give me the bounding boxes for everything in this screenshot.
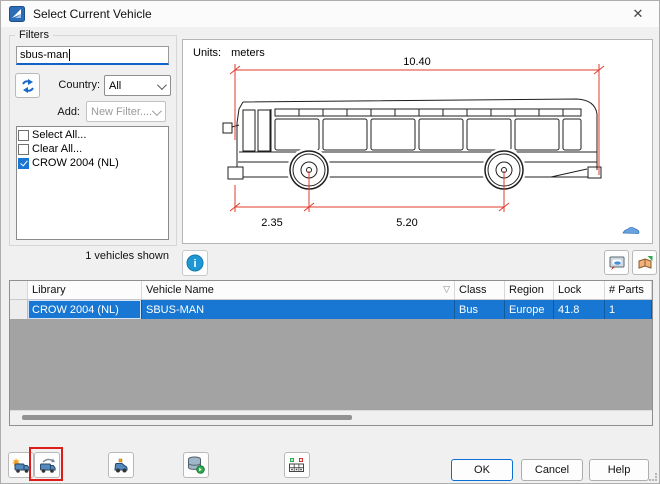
scrollbar-thumb[interactable]: [22, 415, 352, 420]
checkbox-checked[interactable]: [18, 158, 29, 169]
svg-text:i: i: [193, 258, 196, 270]
vehicle-icon: [112, 457, 130, 474]
ok-button[interactable]: OK: [451, 459, 513, 481]
table-row-selected[interactable]: CROW 2004 (NL) SBUS-MAN Bus Europe 41.8 …: [10, 300, 652, 319]
column-header-vehicle-name[interactable]: Vehicle Name ▽: [142, 281, 455, 299]
vehicles-shown-count: 1 vehicles shown: [9, 250, 169, 262]
country-label: Country:: [38, 79, 100, 91]
list-item-select-all[interactable]: Select All...: [17, 128, 168, 142]
car-icon: [622, 226, 640, 235]
cell-region[interactable]: Europe: [505, 300, 554, 319]
list-item-crow-2004[interactable]: CROW 2004 (NL): [17, 156, 168, 170]
cell-lock[interactable]: 41.8: [554, 300, 605, 319]
dim-overall-length: 10.40: [403, 56, 431, 68]
refresh-icon: [20, 78, 36, 94]
add-filter-selected-value: New Filter....: [91, 106, 152, 118]
close-icon[interactable]: ✕: [629, 5, 647, 23]
search-input-value: sbus-man: [20, 49, 68, 61]
vehicle-properties-button[interactable]: [108, 452, 134, 478]
titlebar: Select Current Vehicle ✕: [1, 1, 659, 27]
row-selector-header: [10, 281, 28, 299]
column-header-parts[interactable]: # Parts: [605, 281, 652, 299]
add-filter-select[interactable]: New Filter....: [86, 101, 166, 122]
library-filter-list: Select All... Clear All... CROW 2004 (NL…: [16, 126, 169, 240]
column-header-region[interactable]: Region: [505, 281, 554, 299]
annotation-highlight-box: [29, 447, 63, 481]
cell-vehicle-name[interactable]: SBUS-MAN: [142, 300, 455, 319]
column-header-lock[interactable]: Lock: [554, 281, 605, 299]
chevron-down-icon: [152, 106, 162, 116]
app-logo-icon: [9, 6, 25, 22]
dim-front-overhang: 2.35: [261, 217, 282, 229]
vehicle-report-button[interactable]: [632, 250, 657, 275]
cell-class[interactable]: Bus: [455, 300, 505, 319]
vehicle-preview-panel: Units:meters: [182, 39, 653, 244]
cancel-button[interactable]: Cancel: [521, 459, 583, 481]
dim-wheelbase: 5.20: [396, 217, 417, 229]
parts-grid-icon: [288, 457, 306, 473]
resize-grip[interactable]: [649, 473, 657, 481]
checkbox-unchecked[interactable]: [18, 130, 29, 141]
column-header-library[interactable]: Library: [28, 281, 142, 299]
help-button[interactable]: Help: [589, 459, 649, 481]
chevron-down-icon: [157, 80, 167, 90]
filters-group: Filters sbus-man Country: All Add: New F…: [9, 35, 177, 246]
list-item-label: Select All...: [32, 129, 86, 141]
report-book-icon: [636, 255, 654, 271]
vehicle-table: Library Vehicle Name ▽ Class Region Lock…: [9, 280, 653, 426]
column-header-label: Vehicle Name: [146, 284, 214, 296]
vehicle-info-button[interactable]: i: [182, 250, 208, 276]
vehicle-database-button[interactable]: [183, 452, 209, 478]
list-item-clear-all[interactable]: Clear All...: [17, 142, 168, 156]
country-select[interactable]: All: [104, 75, 171, 96]
vehicle-search-input[interactable]: sbus-man: [16, 46, 169, 65]
list-item-label: Clear All...: [32, 143, 82, 155]
add-label: Add:: [38, 106, 80, 118]
cell-parts[interactable]: 1: [605, 300, 652, 319]
filters-group-label: Filters: [15, 29, 53, 41]
manage-parts-button[interactable]: [284, 452, 310, 478]
list-item-label: CROW 2004 (NL): [32, 157, 119, 169]
new-vehicle-icon: [11, 457, 31, 474]
vehicle-side-view-drawing: 10.40 2.35 5.20: [183, 40, 652, 243]
select-current-vehicle-dialog: Select Current Vehicle ✕ Filters sbus-ma…: [0, 0, 660, 484]
cell-library[interactable]: CROW 2004 (NL): [28, 300, 142, 319]
text-caret: [69, 49, 70, 61]
dialog-title: Select Current Vehicle: [33, 7, 152, 21]
horizontal-scrollbar[interactable]: [10, 410, 652, 425]
info-icon: i: [186, 254, 204, 272]
refresh-filter-button[interactable]: [15, 73, 40, 98]
checkbox-unchecked[interactable]: [18, 144, 29, 155]
sort-descending-icon: ▽: [443, 284, 450, 295]
database-icon: [187, 456, 205, 474]
country-selected-value: All: [109, 80, 121, 92]
vehicle-preview-window-button[interactable]: [604, 250, 629, 275]
row-selector-cell[interactable]: [10, 300, 28, 319]
vehicle-window-icon: [608, 255, 626, 271]
column-header-class[interactable]: Class: [455, 281, 505, 299]
table-header-row: Library Vehicle Name ▽ Class Region Lock…: [10, 281, 652, 300]
